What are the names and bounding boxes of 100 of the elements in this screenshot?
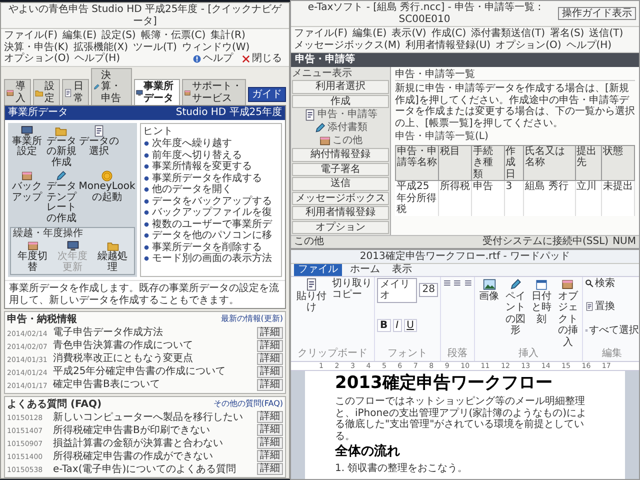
format-button[interactable]: B [377,318,391,332]
menu-item[interactable]: ヘルプ(H) [566,40,612,51]
copy-button[interactable]: コピー [332,289,372,300]
details-button[interactable]: 詳細 [257,366,283,378]
details-button[interactable]: 詳細 [257,326,283,339]
details-button[interactable]: 詳細 [257,352,283,365]
menu-item[interactable]: 利用者情報登録(U) [405,40,491,51]
menu-item[interactable]: 決算・申告(K) [4,42,68,53]
insert-button[interactable]: 日付と時刻 [530,278,554,325]
cut-button[interactable]: 切り取り [332,278,372,289]
category-tab[interactable]: 決算・申告 [91,68,132,105]
category-tab[interactable]: 導入 [4,79,31,105]
tile-button[interactable]: データテンプレートの作成 [44,170,78,226]
hint-link[interactable]: 他のデータを開く [143,184,279,196]
news-link[interactable]: e-Tax(電子申告)についてのよくある質問 [53,464,255,476]
news-link[interactable]: 確定申告書B表について [53,379,255,391]
news-link[interactable]: その他の質問(FAQ) [213,398,283,410]
menu-item[interactable]: ヘルプ(H) [74,53,120,64]
news-link[interactable]: 青色申告決算書の作成について [53,340,255,352]
sidebar-button[interactable]: オプション [292,220,389,234]
details-button[interactable]: 詳細 [257,378,283,391]
hint-link[interactable]: 事業所データを削除する [143,242,279,253]
sidebar-icon-button[interactable]: この他 [292,135,389,147]
tile-button[interactable]: 事業所設定 [10,124,44,169]
menu-item[interactable]: ファイル(F) [4,30,58,42]
menu-item[interactable]: ツール(T) [133,42,177,53]
ribbon-tab[interactable]: 表示 [388,264,416,276]
hint-link[interactable]: 複数のユーザーで事業所デ [143,218,279,230]
format-button[interactable]: I [392,318,402,332]
details-button[interactable]: 詳細 [257,411,283,424]
sidebar-button[interactable]: 納付情報登録 [292,148,389,162]
tile-button[interactable]: MoneyLookの起動 [79,170,135,226]
news-link[interactable]: 損益計算書の金額が決算書と合わない [53,438,255,450]
news-link[interactable]: 消費税率改正にともなう変更点 [53,353,255,365]
menu-item[interactable]: 編集(E) [62,30,97,42]
menu-item[interactable]: ファイル(F) [294,28,348,40]
tile-button[interactable]: データの選択 [79,124,119,169]
hint-link[interactable]: 事業所データを作成する [143,172,279,184]
menu-item[interactable]: 拡張機能(X) [73,42,128,53]
format-button[interactable]: U [404,318,417,332]
menu-item[interactable]: オプション(O) [496,40,562,51]
menu-item[interactable]: 編集(E) [352,28,387,40]
menu-item[interactable]: 設定(S) [102,30,136,42]
sidebar-icon-button[interactable]: 添付書類 [292,122,389,134]
news-link[interactable]: 所得税確定申告書の作成ができない [53,450,255,462]
sidebar-button[interactable]: 電子署名 [292,162,389,176]
details-button[interactable]: 詳細 [257,450,283,462]
edit-button[interactable]: 検索 [585,278,639,289]
details-button[interactable]: 詳細 [257,463,283,476]
news-link[interactable]: 所得税確定申告書Bが印刷できない [53,424,255,436]
menu-item[interactable]: 帳簿・伝票(C) [140,30,206,42]
news-link[interactable]: 平成25年分確定申告書の作成について [53,366,255,378]
menu-item[interactable]: 送信(T) [589,28,624,40]
news-link[interactable]: 新しいコンピューターへ製品を移行したい [53,412,255,424]
hint-link[interactable]: 事業所情報を変更する [143,161,279,172]
paste-button[interactable]: 貼り付け [293,278,330,314]
insert-button[interactable]: オブジェクトの挿入 [556,278,580,348]
toolbar-button[interactable]: ヘルプ [190,53,235,64]
edit-button[interactable]: 置換 [585,301,639,312]
menu-item[interactable]: ウィンドウ(W) [182,42,250,53]
menu-item[interactable]: 作成(C) [431,28,466,40]
font-field[interactable]: メイリオ [377,278,418,302]
tile-button[interactable]: 年度切替 [13,240,52,274]
menu-item[interactable]: 表示(V) [392,28,426,40]
sidebar-button[interactable]: 作成 [292,94,389,108]
sidebar-button[interactable]: 利用者選択 [292,80,389,94]
tile-button[interactable]: データの新規作成 [44,124,78,169]
edit-button[interactable]: すべて選択 [585,324,639,336]
news-link[interactable]: 最新の情報(更新) [220,314,283,326]
sidebar-button[interactable]: 送信 [292,177,389,190]
details-button[interactable]: 詳細 [257,437,283,450]
menu-item[interactable]: 集計(R) [210,30,246,42]
insert-button[interactable]: ペイントの図形 [503,278,528,336]
size-field[interactable]: 28 [419,283,438,297]
details-button[interactable]: 詳細 [257,424,283,436]
category-tab[interactable]: サポート・サービス [182,79,246,105]
ribbon-tab[interactable]: ホーム [346,264,384,276]
category-tab[interactable]: 事業所データ [134,79,180,105]
category-tab[interactable]: 設定 [33,79,60,105]
details-button[interactable]: 詳細 [257,340,283,352]
menu-item[interactable]: メッセージボックス(M) [294,40,400,51]
hint-link[interactable]: 次年度へ繰り越す [143,138,279,150]
news-link[interactable]: 電子申告データ作成方法 [53,327,255,339]
menu-item[interactable]: オプション(O) [4,53,70,64]
menu-item[interactable]: 添付書類送信(T) [471,28,546,40]
hint-link[interactable]: 前年度へ切り替える [143,150,279,161]
insert-button[interactable]: 画像 [477,278,502,302]
guide-button[interactable]: ガイド [248,86,286,102]
ribbon-tab[interactable]: ファイル [294,264,342,276]
tile-button[interactable]: 繰越処理 [93,240,132,274]
guide-button[interactable]: 操作ガイド表示 [558,6,636,20]
hint-link[interactable]: モード別の画面の表示方法 [143,253,279,264]
sidebar-button[interactable]: 利用者情報登録 [292,206,389,220]
hint-link[interactable]: データをバックアップする [143,196,279,207]
tile-button[interactable]: バックアップ [10,170,44,226]
sidebar-button[interactable]: メッセージボックス [292,192,389,205]
hint-link[interactable]: データを他のパソコンに移 [143,230,279,242]
sidebar-icon-button[interactable]: 申告・申請等 [292,109,389,121]
category-tab[interactable]: 日常 [62,79,89,105]
hint-link[interactable]: バックアップファイルを復 [143,207,279,218]
